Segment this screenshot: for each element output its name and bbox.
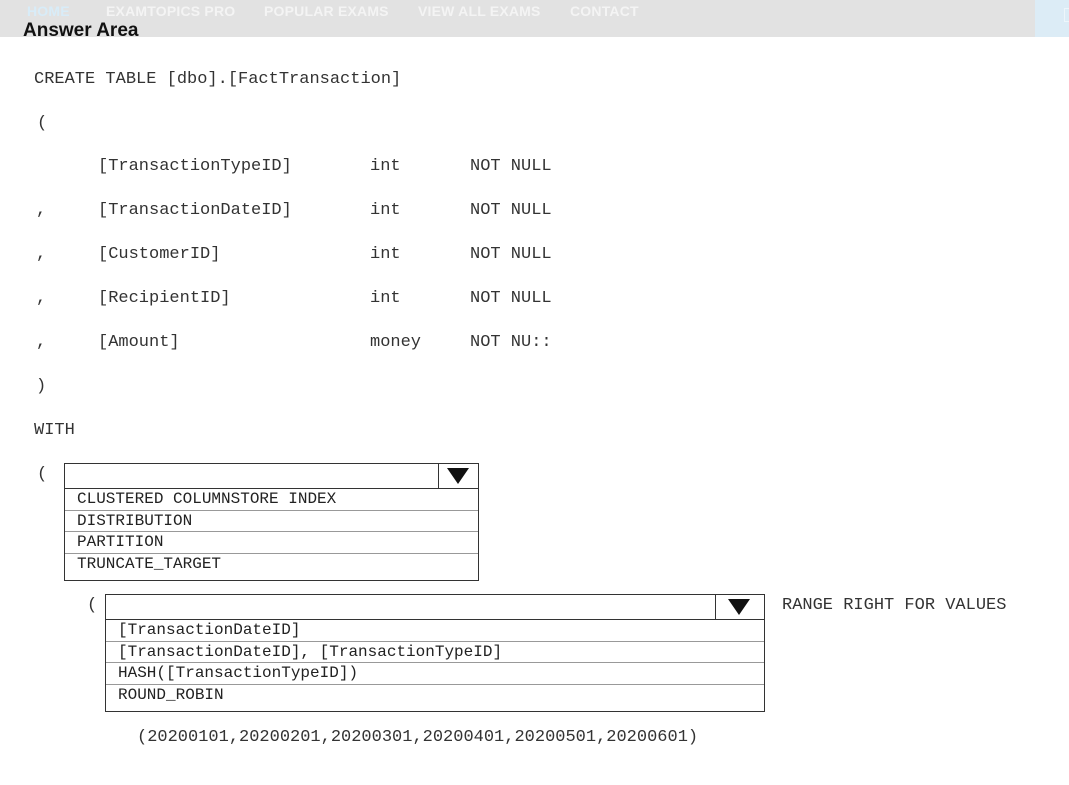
nav-side-tab[interactable] xyxy=(1035,0,1069,37)
create-table-line: CREATE TABLE [dbo].[FactTransaction] xyxy=(34,70,402,89)
column-option-dropdown-toggle[interactable] xyxy=(715,595,764,619)
column-constraint: NOT NULL xyxy=(470,201,552,220)
column-constraint: NOT NULL xyxy=(470,157,552,176)
dropdown-option[interactable]: HASH([TransactionTypeID]) xyxy=(106,663,764,685)
column-type: money xyxy=(370,333,422,352)
table-option-select[interactable] xyxy=(65,464,478,489)
triangle-down-icon xyxy=(728,599,750,615)
column-name: [TransactionTypeID] xyxy=(98,157,292,176)
column-type: int xyxy=(370,157,401,176)
column-type: int xyxy=(370,289,401,308)
panel-icon xyxy=(1064,8,1069,22)
column-prefix: , xyxy=(36,245,47,264)
column-constraint: NOT NULL xyxy=(470,289,552,308)
column-option-select[interactable] xyxy=(106,595,764,620)
dropdown-option[interactable]: TRUNCATE_TARGET xyxy=(65,554,478,576)
dropdown-option[interactable]: PARTITION xyxy=(65,532,478,554)
top-navigation-bar: HOME EXAMTOPICS PRO POPULAR EXAMS VIEW A… xyxy=(0,0,1069,37)
nav-popular-exams-link[interactable]: POPULAR EXAMS xyxy=(264,3,389,19)
column-prefix: , xyxy=(36,201,47,220)
nav-contact-link[interactable]: CONTACT xyxy=(570,3,639,19)
close-paren: ) xyxy=(36,377,47,396)
dropdown-option[interactable]: CLUSTERED COLUMNSTORE INDEX xyxy=(65,489,478,511)
open-paren: ( xyxy=(37,114,48,133)
range-right-text: RANGE RIGHT FOR VALUES xyxy=(782,596,1007,615)
table-option-dropdown-toggle[interactable] xyxy=(438,464,478,488)
partition-values-line: (20200101,20200201,20200301,20200401,202… xyxy=(137,728,699,747)
table-option-dropdown[interactable]: CLUSTERED COLUMNSTORE INDEX DISTRIBUTION… xyxy=(64,463,479,581)
column-name: [Amount] xyxy=(98,333,180,352)
dropdown-option[interactable]: DISTRIBUTION xyxy=(65,511,478,532)
with-open-paren: ( xyxy=(37,465,48,484)
dropdown-option[interactable]: [TransactionDateID], [TransactionTypeID] xyxy=(106,642,764,663)
dropdown-option[interactable]: ROUND_ROBIN xyxy=(106,685,764,707)
dropdown-option[interactable]: [TransactionDateID] xyxy=(106,620,764,642)
with-keyword: WITH xyxy=(34,421,75,440)
column-option-dropdown[interactable]: [TransactionDateID] [TransactionDateID],… xyxy=(105,594,765,712)
answer-area-title: Answer Area xyxy=(23,20,139,41)
column-type: int xyxy=(370,201,401,220)
inner-open-paren: ( xyxy=(87,596,98,615)
nav-view-all-exams-link[interactable]: VIEW ALL EXAMS xyxy=(418,3,541,19)
column-name: [TransactionDateID] xyxy=(98,201,292,220)
column-name: [CustomerID] xyxy=(98,245,221,264)
nav-examtopics-pro-link[interactable]: EXAMTOPICS PRO xyxy=(106,3,235,19)
nav-home-link[interactable]: HOME xyxy=(27,3,70,19)
column-constraint: NOT NU:: xyxy=(470,333,552,352)
triangle-down-icon xyxy=(447,468,469,484)
column-prefix: , xyxy=(36,289,47,308)
column-constraint: NOT NULL xyxy=(470,245,552,264)
column-type: int xyxy=(370,245,401,264)
column-name: [RecipientID] xyxy=(98,289,231,308)
column-prefix: , xyxy=(36,333,47,352)
